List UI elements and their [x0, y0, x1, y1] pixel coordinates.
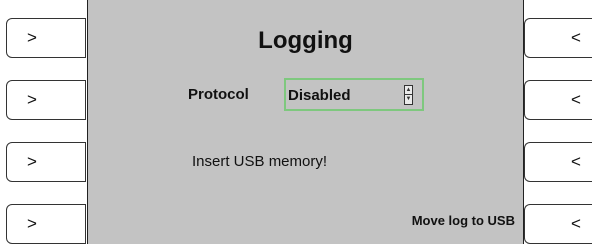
display-screen: Logging Protocol Disabled ▲ ▼ Insert USB… [87, 0, 524, 244]
right-softkey-2[interactable]: < [524, 80, 592, 120]
chevron-left-icon: < [571, 28, 581, 47]
chevron-right-icon: > [27, 90, 37, 109]
chevron-left-icon: < [571, 152, 581, 171]
right-softkey-1[interactable]: < [524, 18, 592, 58]
chevron-right-icon: > [27, 28, 37, 47]
protocol-select[interactable]: Disabled ▲ ▼ [284, 78, 424, 111]
chevron-left-icon: < [571, 90, 581, 109]
page-title: Logging [258, 27, 353, 54]
left-softkey-4[interactable]: > [6, 204, 86, 244]
protocol-label: Protocol [188, 86, 249, 103]
up-down-arrows-icon[interactable]: ▲ ▼ [404, 85, 413, 105]
protocol-value: Disabled [288, 87, 351, 104]
chevron-right-icon: > [27, 214, 37, 233]
chevron-left-icon: < [571, 214, 581, 233]
move-log-button[interactable]: Move log to USB [412, 213, 515, 228]
chevron-right-icon: > [27, 152, 37, 171]
arrow-up-icon: ▲ [405, 87, 412, 95]
left-softkey-3[interactable]: > [6, 142, 86, 182]
arrow-down-icon: ▼ [405, 96, 412, 102]
left-softkey-1[interactable]: > [6, 18, 86, 58]
left-softkey-2[interactable]: > [6, 80, 86, 120]
right-softkey-3[interactable]: < [524, 142, 592, 182]
usb-message: Insert USB memory! [192, 153, 328, 170]
right-softkey-4[interactable]: < [524, 204, 592, 244]
